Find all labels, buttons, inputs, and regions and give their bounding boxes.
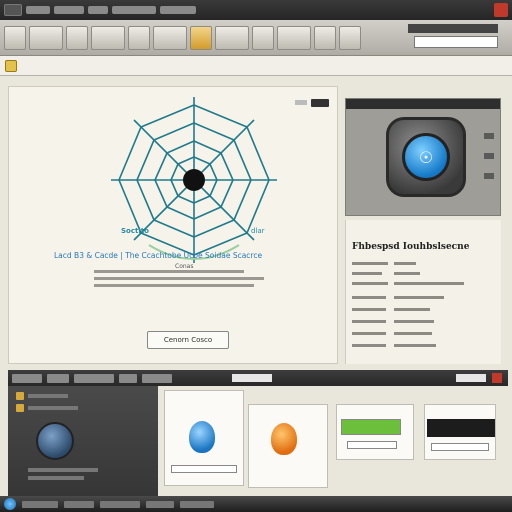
tool-button[interactable] xyxy=(4,25,26,50)
tool-button[interactable] xyxy=(252,25,274,50)
secondary-field[interactable] xyxy=(456,374,486,382)
sidebar-item[interactable] xyxy=(28,394,68,398)
info-key xyxy=(352,296,386,299)
sidebar-icon[interactable] xyxy=(16,392,24,400)
menu-item[interactable] xyxy=(88,6,108,14)
start-icon[interactable] xyxy=(4,498,16,510)
toolbar-strip xyxy=(408,24,498,33)
task-item[interactable] xyxy=(22,500,58,508)
info-value xyxy=(394,296,444,299)
task-item[interactable] xyxy=(100,500,140,508)
title-bar xyxy=(0,0,512,20)
info-key xyxy=(352,262,388,265)
info-key xyxy=(352,282,388,285)
card-blue[interactable] xyxy=(164,390,244,486)
tool-button[interactable] xyxy=(29,25,63,50)
secondary-toolbar xyxy=(8,370,508,386)
card-orange[interactable] xyxy=(248,404,328,488)
info-value xyxy=(394,320,434,323)
info-key xyxy=(352,344,386,347)
task-item[interactable] xyxy=(180,500,214,508)
description-line xyxy=(94,277,264,280)
device-core: ☉ xyxy=(402,133,450,181)
menu-item[interactable] xyxy=(54,6,84,14)
info-key xyxy=(352,332,386,335)
card-dark[interactable] xyxy=(424,404,496,460)
search-input[interactable] xyxy=(414,36,498,48)
preview-control[interactable] xyxy=(484,173,494,179)
secondary-search-input[interactable] xyxy=(232,374,272,382)
web-label-left: Soctito xyxy=(121,227,149,235)
address-bar[interactable] xyxy=(0,56,512,76)
preview-header xyxy=(346,99,500,109)
tool-button[interactable] xyxy=(339,25,361,50)
close-icon[interactable] xyxy=(492,373,502,383)
sidebar-item[interactable] xyxy=(28,406,78,410)
menu-item[interactable] xyxy=(74,373,114,383)
menu-item[interactable] xyxy=(26,6,50,14)
taskbar xyxy=(0,496,512,512)
info-value xyxy=(394,262,416,265)
menu-item[interactable] xyxy=(142,373,172,383)
preview-control[interactable] xyxy=(484,153,494,159)
tool-button[interactable] xyxy=(215,25,249,50)
task-item[interactable] xyxy=(64,500,94,508)
web-label-bottom: Conas xyxy=(175,263,194,270)
menu-item[interactable] xyxy=(47,373,69,383)
info-value xyxy=(394,282,464,285)
tool-button[interactable] xyxy=(91,25,125,50)
sidebar-icon[interactable] xyxy=(16,404,24,412)
web-label-right: dlar xyxy=(251,227,265,235)
shield-icon xyxy=(271,423,297,455)
preview-control[interactable] xyxy=(484,133,494,139)
tool-button[interactable] xyxy=(277,25,311,50)
sidebar-item[interactable] xyxy=(28,468,98,472)
tool-button[interactable] xyxy=(128,25,150,50)
info-key xyxy=(352,272,382,275)
caption: Lacd B3 & Cacde | The Ccachtobe Ucbe Soi… xyxy=(54,251,263,260)
folder-icon xyxy=(5,59,17,72)
tool-button[interactable] xyxy=(66,25,88,50)
sidebar xyxy=(8,386,158,496)
info-title: Fhbespsd Iouhbslsecne xyxy=(352,242,470,252)
action-button[interactable]: Cenorn Cosco xyxy=(147,331,229,349)
card-green[interactable] xyxy=(336,404,414,460)
menu-item[interactable] xyxy=(12,373,42,383)
tool-button[interactable] xyxy=(314,25,336,50)
menu-item[interactable] xyxy=(119,373,137,383)
task-item[interactable] xyxy=(146,500,174,508)
progress-fill xyxy=(341,419,401,435)
device-icon: ☉ xyxy=(386,117,466,197)
spider-web-icon xyxy=(111,97,277,263)
sidebar-item[interactable] xyxy=(28,476,84,480)
description-line xyxy=(94,270,244,273)
card-field[interactable] xyxy=(347,441,397,449)
info-value xyxy=(394,272,420,275)
info-value xyxy=(394,344,436,347)
toolbar xyxy=(0,20,512,56)
menu-item[interactable] xyxy=(112,6,156,14)
tool-button[interactable] xyxy=(190,25,212,50)
menu-item[interactable] xyxy=(160,6,196,14)
description-line xyxy=(94,284,254,287)
tool-button[interactable] xyxy=(153,25,187,50)
dark-preview xyxy=(427,419,495,437)
shield-icon xyxy=(189,421,215,453)
info-key xyxy=(352,308,386,311)
menu-button[interactable] xyxy=(4,4,22,16)
info-value xyxy=(394,308,430,311)
dial-icon[interactable] xyxy=(36,422,74,460)
info-panel: Fhbespsd Iouhbslsecne xyxy=(345,220,501,364)
canvas-button[interactable] xyxy=(311,99,329,107)
close-icon[interactable] xyxy=(494,3,508,17)
main-canvas: Soctito dlar Conas Lacd B3 & Cacde | The… xyxy=(8,86,338,364)
card-field[interactable] xyxy=(431,443,489,451)
zoom-indicator xyxy=(295,100,307,105)
info-value xyxy=(394,332,432,335)
info-key xyxy=(352,320,386,323)
device-preview: ☉ xyxy=(345,98,501,216)
card-field[interactable] xyxy=(171,465,237,473)
